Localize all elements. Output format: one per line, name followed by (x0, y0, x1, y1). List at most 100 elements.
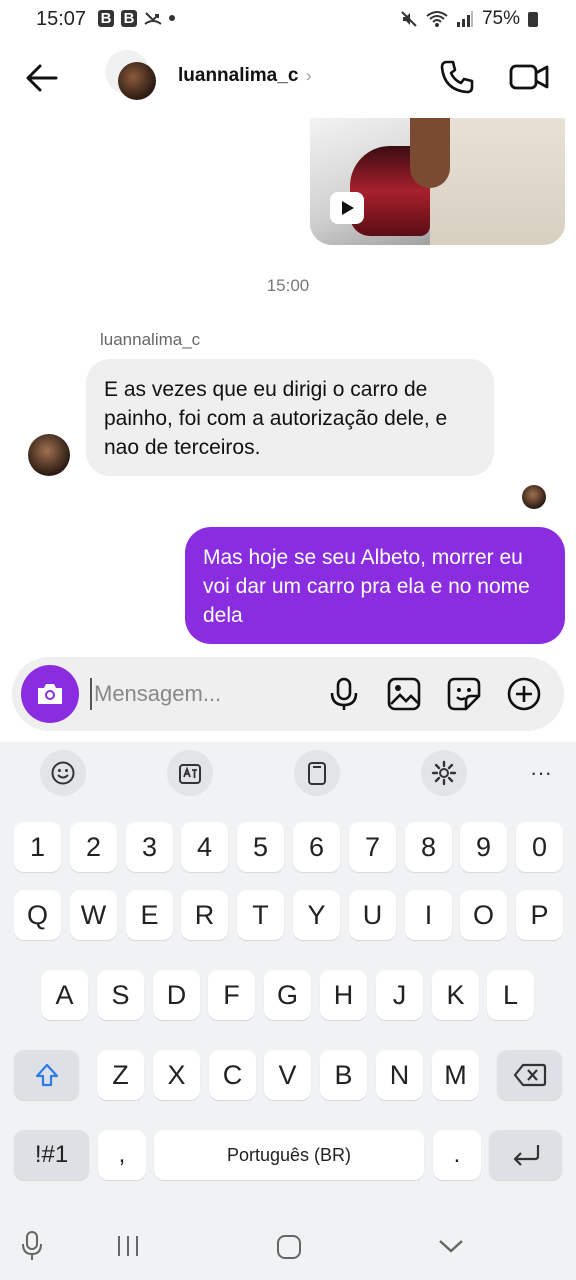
key-j[interactable]: J (376, 970, 423, 1020)
voice-input-icon[interactable] (20, 1230, 44, 1262)
status-bar: 15:07 B B 75% (0, 0, 576, 40)
key-w[interactable]: W (70, 890, 117, 940)
key-l[interactable]: L (487, 970, 534, 1020)
mute-icon (401, 11, 417, 27)
message-composer (12, 657, 564, 731)
add-plus-icon[interactable] (506, 676, 542, 712)
key-i[interactable]: I (405, 890, 452, 940)
gallery-icon[interactable] (386, 676, 422, 712)
thumbnail-arm (410, 118, 450, 188)
key-r[interactable]: R (181, 890, 228, 940)
sticker-icon[interactable] (446, 676, 482, 712)
chevron-right-icon[interactable]: › (306, 66, 312, 86)
key-4[interactable]: 4 (181, 822, 228, 872)
key-v[interactable]: V (264, 1050, 311, 1100)
chat-header: luannalima_c › (0, 40, 576, 116)
outgoing-message-bubble[interactable]: Mas hoje se seu Albeto, morrer eu voi da… (185, 527, 565, 644)
key-h[interactable]: H (320, 970, 367, 1020)
backspace-icon (513, 1063, 546, 1087)
key-9[interactable]: 9 (460, 822, 507, 872)
key-6[interactable]: 6 (293, 822, 340, 872)
soft-keyboard: ··· 1234567890 QWERTYUIOP ASDFGHJKL ZXCVBNM… (0, 742, 576, 1280)
key-c[interactable]: C (209, 1050, 256, 1100)
key-t[interactable]: T (237, 890, 284, 940)
status-time: 15:07 (36, 8, 87, 30)
enter-key[interactable] (489, 1130, 562, 1180)
recents-icon[interactable] (116, 1234, 140, 1258)
key-k[interactable]: K (432, 970, 479, 1020)
status-notification-icons: B B (98, 9, 175, 27)
key-n[interactable]: N (376, 1050, 423, 1100)
key-y[interactable]: Y (293, 890, 340, 940)
missed-call-icon (144, 12, 162, 25)
key-3[interactable]: 3 (126, 822, 173, 872)
back-chevron-icon[interactable] (438, 1238, 464, 1254)
backspace-key[interactable] (497, 1050, 562, 1100)
emoji-button[interactable] (40, 750, 86, 796)
key-z[interactable]: Z (97, 1050, 144, 1100)
keyboard-toolbar: ··· (0, 750, 576, 800)
clipboard-button[interactable] (294, 750, 340, 796)
key-7[interactable]: 7 (349, 822, 396, 872)
video-play-icon[interactable] (330, 192, 364, 224)
microphone-icon[interactable] (326, 676, 362, 712)
key-e[interactable]: E (126, 890, 173, 940)
keyboard-settings-button[interactable] (421, 750, 467, 796)
key-d[interactable]: D (153, 970, 200, 1020)
phone-call-icon[interactable] (438, 58, 476, 96)
avatar[interactable] (118, 62, 156, 100)
spacebar[interactable]: Português (BR) (154, 1130, 424, 1180)
key-x[interactable]: X (153, 1050, 200, 1100)
camera-icon (38, 684, 62, 704)
home-icon[interactable] (276, 1234, 302, 1260)
incoming-sender-name: luannalima_c (100, 330, 201, 349)
camera-button[interactable] (21, 665, 79, 723)
key-5[interactable]: 5 (237, 822, 284, 872)
key-g[interactable]: G (264, 970, 311, 1020)
battery-icon (528, 11, 538, 27)
notification-app-icon: B (121, 9, 137, 27)
key-s[interactable]: S (97, 970, 144, 1020)
back-arrow-icon[interactable] (24, 60, 60, 96)
system-navigation-bar (0, 1210, 576, 1280)
key-m[interactable]: M (432, 1050, 479, 1100)
seen-indicator-avatar (522, 485, 546, 509)
key-b[interactable]: B (320, 1050, 367, 1100)
signal-icon (456, 11, 473, 27)
translate-icon (179, 764, 201, 784)
message-timestamp: 15:00 (266, 276, 310, 295)
battery-percent: 75% (481, 8, 520, 29)
key-0[interactable]: 0 (516, 822, 563, 872)
key-u[interactable]: U (349, 890, 396, 940)
incoming-message-bubble[interactable]: E as vezes que eu dirigi o carro de pain… (86, 359, 494, 476)
symbols-key[interactable]: !#1 (14, 1130, 89, 1180)
key-p[interactable]: P (516, 890, 563, 940)
clipboard-icon (308, 762, 326, 785)
shift-key[interactable] (14, 1050, 79, 1100)
key-2[interactable]: 2 (70, 822, 117, 872)
gear-icon (431, 760, 457, 786)
more-options-button[interactable]: ··· (518, 750, 564, 796)
key-q[interactable]: Q (14, 890, 61, 940)
emoji-icon (51, 761, 75, 785)
comma-key[interactable]: , (98, 1130, 146, 1180)
thumbnail-person (430, 118, 565, 245)
video-call-icon[interactable] (508, 58, 550, 96)
key-1[interactable]: 1 (14, 822, 61, 872)
status-system-icons: 75% (400, 8, 538, 30)
message-input[interactable] (90, 678, 310, 710)
notification-app-icon: B (98, 9, 114, 27)
shift-arrow-icon (35, 1063, 58, 1087)
video-message-thumbnail[interactable] (310, 118, 565, 245)
wifi-icon (426, 11, 448, 27)
enter-icon (513, 1145, 539, 1166)
key-o[interactable]: O (460, 890, 507, 940)
sender-avatar[interactable] (28, 434, 70, 476)
key-a[interactable]: A (41, 970, 88, 1020)
more-notifications-dot (169, 15, 175, 21)
key-8[interactable]: 8 (405, 822, 452, 872)
translate-button[interactable] (167, 750, 213, 796)
chat-username[interactable]: luannalima_c (178, 65, 298, 87)
key-f[interactable]: F (208, 970, 255, 1020)
period-key[interactable]: . (433, 1130, 481, 1180)
